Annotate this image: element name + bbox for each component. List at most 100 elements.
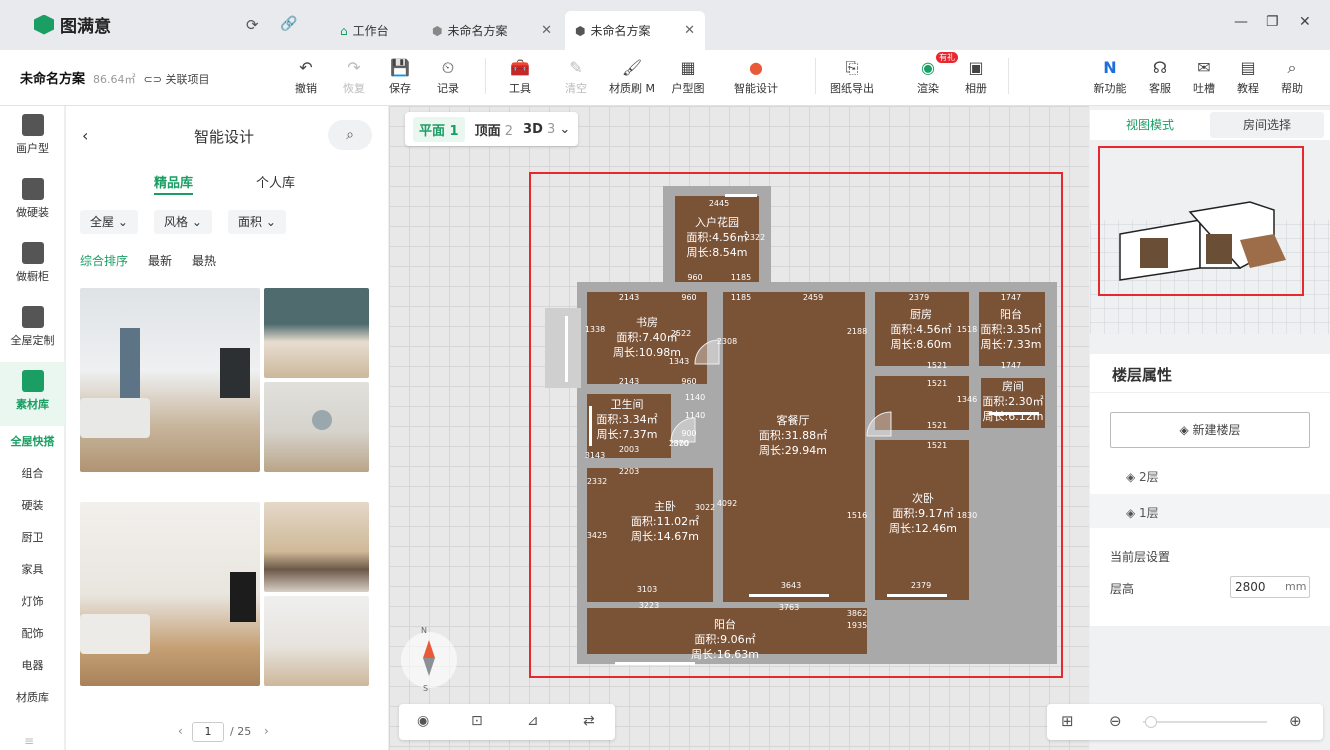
tab-scheme-2[interactable]: ⬢ 未命名方案 ✕: [565, 11, 705, 50]
close-window-button[interactable]: ✕: [1299, 14, 1311, 30]
tab-room-select[interactable]: 房间选择: [1210, 112, 1324, 138]
rail-subitem-1[interactable]: 组合: [0, 458, 65, 490]
help-search-tool-button[interactable]: ⌕ 帮助: [1266, 56, 1318, 96]
visibility-eye-icon[interactable]: ◉: [417, 713, 429, 729]
close-tab-icon[interactable]: ✕: [684, 23, 695, 38]
sort-hottest[interactable]: 最热: [192, 252, 216, 269]
floor-properties-title: 楼层属性: [1112, 366, 1173, 384]
floor-item-1[interactable]: ◈ 1层: [1090, 494, 1330, 528]
rail-item-1[interactable]: 做硬装: [0, 170, 65, 234]
ai-design-tool-button[interactable]: ● 智能设计: [730, 56, 782, 96]
floorplan-tool-button[interactable]: ▦ 户型图: [662, 56, 714, 96]
rail-subitem-0[interactable]: 全屋快搭: [0, 426, 65, 458]
export-tool-button[interactable]: ⎘ 图纸导出: [826, 56, 878, 96]
clear-icon: ✎: [569, 58, 583, 77]
tab-scheme-1[interactable]: ⬢ 未命名方案 ✕: [422, 11, 562, 50]
switch-icon[interactable]: ⇄: [583, 713, 595, 729]
rail-module-icon: [21, 306, 44, 328]
floorplan-icon: ▦: [680, 58, 696, 77]
toolbar-divider: [485, 58, 486, 94]
link-project-button[interactable]: ⊂⊃ 关联项目: [144, 71, 210, 87]
album-tool-button[interactable]: ▣ 相册: [950, 56, 1002, 96]
rail-subitem-6[interactable]: 配饰: [0, 618, 65, 650]
rail-subitem-4[interactable]: 家具: [0, 554, 65, 586]
design-canvas[interactable]: 平面 1 顶面 2 3D 3 ⌄ 入户花园 面积:4.56㎡ 周长:8.54m 书房面…: [389, 106, 1089, 750]
refresh-icon[interactable]: ⟳: [246, 16, 259, 34]
rail-subitem-8[interactable]: 材质库: [0, 682, 65, 714]
design-thumbnail[interactable]: [264, 288, 369, 378]
zoom-in-icon[interactable]: ⊕: [1289, 712, 1302, 730]
rail-subitem-7[interactable]: 电器: [0, 650, 65, 682]
tab-workbench[interactable]: ⌂ 工作台: [330, 11, 420, 50]
zoom-slider-handle[interactable]: [1145, 716, 1157, 728]
restore-button[interactable]: ❐: [1266, 14, 1279, 30]
page-input[interactable]: 1: [192, 722, 224, 742]
zoom-out-icon[interactable]: ⊖: [1109, 712, 1122, 730]
filter-area[interactable]: 面积 ⌄: [228, 210, 286, 234]
next-page-icon[interactable]: ›: [264, 724, 269, 738]
zoom-slider[interactable]: [1143, 721, 1267, 723]
project-name: 未命名方案: [20, 72, 86, 87]
save-tool-button[interactable]: 💾 保存: [374, 56, 426, 96]
design-thumbnail[interactable]: [80, 502, 260, 686]
height-input[interactable]: 2800 mm: [1230, 576, 1310, 598]
app-logo: 图满意: [34, 12, 111, 37]
tab-view-mode[interactable]: 视图模式: [1096, 112, 1204, 138]
rail-item-0[interactable]: 画户型: [0, 106, 65, 170]
rail-subitem-5[interactable]: 灯饰: [0, 586, 65, 618]
design-thumbnail[interactable]: [264, 382, 369, 472]
sort-comprehensive[interactable]: 综合排序: [80, 252, 128, 269]
design-thumbnail[interactable]: [264, 502, 369, 592]
rail-subitem-2[interactable]: 硬装: [0, 490, 65, 522]
height-label: 层高: [1110, 582, 1135, 596]
preview-3d[interactable]: [1090, 140, 1330, 334]
compass[interactable]: N S: [401, 626, 457, 694]
link-icon[interactable]: 🔗: [280, 16, 297, 32]
cube-icon: ⬢: [432, 23, 443, 38]
filter-style[interactable]: 风格 ⌄: [154, 210, 212, 234]
page-total: / 25: [230, 725, 252, 738]
sort-newest[interactable]: 最新: [148, 252, 172, 269]
minimize-button[interactable]: —: [1234, 14, 1248, 30]
rail-item-4[interactable]: 素材库: [0, 362, 65, 426]
search-button[interactable]: ⌕: [328, 120, 372, 150]
rail-module-icon: [21, 114, 44, 136]
close-tab-icon[interactable]: ✕: [541, 23, 552, 38]
new-feature-tool-button[interactable]: N 新功能: [1084, 56, 1136, 96]
floor-item-2[interactable]: ◈ 2层: [1126, 468, 1159, 485]
back-icon[interactable]: ‹: [82, 126, 88, 145]
compass-south: S: [423, 684, 429, 693]
toolbox-tool-button[interactable]: 🧰 工具: [494, 56, 546, 96]
prev-page-icon[interactable]: ‹: [178, 724, 183, 738]
home-icon: ⌂: [340, 23, 348, 38]
rail-item-2[interactable]: 做橱柜: [0, 234, 65, 298]
rail-module-icon: [21, 242, 44, 264]
tab-personal-library[interactable]: 个人库: [256, 172, 295, 191]
brush-tool-button[interactable]: 🖌 材质刷 M: [606, 56, 658, 96]
design-thumbnail[interactable]: [264, 596, 369, 686]
add-view-icon[interactable]: ⊞: [1061, 712, 1074, 730]
history-icon: ⏲: [441, 58, 455, 77]
render-badge: 有礼: [936, 52, 958, 63]
redo-tool-button[interactable]: ↷ 恢复: [328, 56, 380, 96]
toolbar-divider: [815, 58, 816, 94]
floor-properties: 楼层属性 ◈ 新建楼层 ◈ 2层 ◈ 1层 当前层设置 层高 2800 mm: [1090, 354, 1330, 626]
rail-subitem-3[interactable]: 厨卫: [0, 522, 65, 554]
chart-icon[interactable]: ⊿: [527, 713, 539, 729]
filter-house[interactable]: 全屋 ⌄: [80, 210, 138, 234]
canvas-bottom-toolbar: ◉ ⊡ ⊿ ⇄: [399, 704, 615, 740]
new-feature-icon: N: [1103, 58, 1117, 77]
more-icon[interactable]: ≡: [24, 734, 34, 748]
clear-tool-button[interactable]: ✎ 清空: [550, 56, 602, 96]
rail-item-3[interactable]: 全屋定制: [0, 298, 65, 362]
tab-premium-library[interactable]: 精品库: [154, 172, 194, 195]
undo-tool-button[interactable]: ↶ 撤销: [280, 56, 332, 96]
new-floor-button[interactable]: ◈ 新建楼层: [1110, 412, 1310, 448]
fit-view-icon[interactable]: ⊡: [471, 713, 483, 729]
cube-icon: ⬢: [575, 23, 586, 38]
undo-icon: ↶: [299, 58, 313, 77]
history-tool-button[interactable]: ⏲ 记录: [422, 56, 474, 96]
design-thumbnail[interactable]: [80, 288, 260, 472]
redo-icon: ↷: [347, 58, 361, 77]
toolbar-divider: [1008, 58, 1009, 94]
